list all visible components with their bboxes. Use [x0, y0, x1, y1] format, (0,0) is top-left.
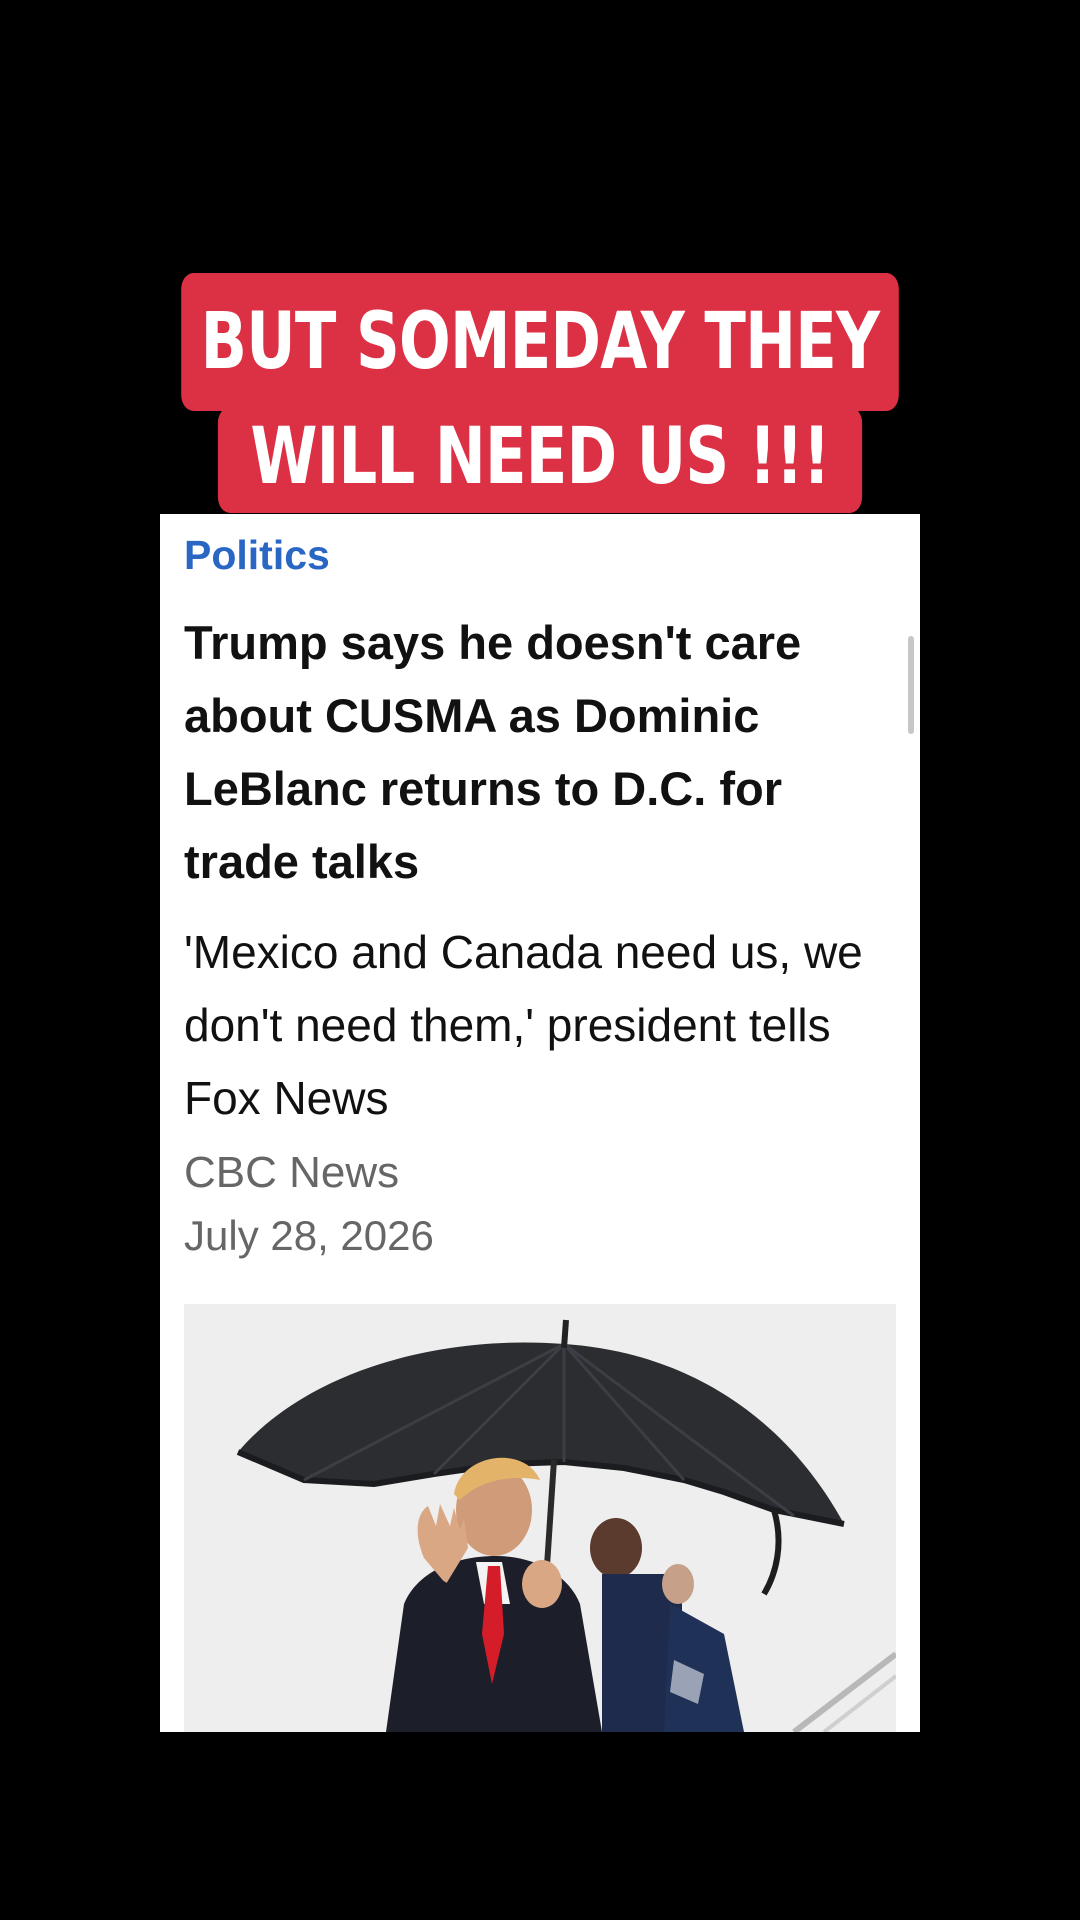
article-category[interactable]: Politics	[184, 532, 330, 579]
article-photo	[184, 1304, 896, 1732]
news-article-card: Politics Trump says he doesn't care abou…	[160, 514, 920, 1732]
caption-line-2: WILL NEED US !!!	[217, 407, 863, 513]
umbrella-photo-illustration	[184, 1304, 896, 1732]
scrollbar[interactable]	[908, 636, 914, 734]
video-caption: BUT SOMEDAY THEY WILL NEED US !!!	[0, 273, 1080, 513]
article-source: CBC News	[184, 1148, 400, 1197]
article-subheadline: 'Mexico and Canada need us, we don't nee…	[184, 926, 863, 1124]
caption-line-1: BUT SOMEDAY THEY	[181, 273, 899, 411]
article-date: July 28, 2026	[184, 1212, 434, 1259]
article-headline: Trump says he doesn't care about CUSMA a…	[184, 616, 802, 888]
